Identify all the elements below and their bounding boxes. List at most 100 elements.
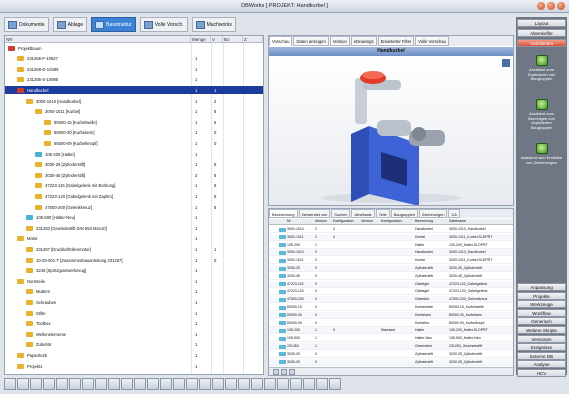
tree-row[interactable]: 3030-45 [Zylinderstift] 2 8: [5, 171, 263, 179]
sidebar-button-3[interactable]: Workflow: [517, 308, 566, 317]
toolbar-button-icon[interactable]: [56, 378, 68, 390]
column-bo[interactable]: Bo: [223, 36, 243, 42]
grid-row[interactable]: 3000-1010 2 0 Handkurbel 3000-1010_Handkurbe…: [269, 226, 513, 233]
grid-col-konfiguration-2[interactable]: Konfiguration: [381, 219, 402, 223]
sidebar-button-6[interactable]: Versionen: [517, 334, 566, 343]
sidebar-button-aktenkoffer[interactable]: Aktenkoffer: [517, 29, 566, 37]
tree-row[interactable]: 89300-30 [Kurbelarm] 1 0: [5, 129, 263, 137]
tree-row[interactable]: 47223-115 [Gabelgelenk mit Bohrung] 1 8: [5, 182, 263, 190]
tab-3[interactable]: Volle Vorsch.: [139, 17, 188, 32]
sidebar-button-10[interactable]: HCV: [517, 369, 566, 377]
grid-row[interactable]: 3000-1010 2 Handkurbel 3000-1010_Handkurbel: [269, 249, 513, 257]
grid-row[interactable]: 3030-25 0 Zylinderstift 3030-25_Zylindersti…: [269, 351, 513, 358]
sidebar-button-0[interactable]: Anpassung: [517, 283, 566, 291]
grid-row[interactable]: 47223-115 0 Gabelgel. 47223-115_Gabelgelenk: [269, 280, 513, 288]
toolbar-button-icon[interactable]: [303, 378, 315, 390]
grid-row[interactable]: 47223-120 0 Gabelgel. 47223-120_Gabelgelenk: [269, 288, 513, 296]
tree-row[interactable]: 105-500 [Halter-Neu] 1: [5, 214, 263, 222]
grid-col-version[interactable]: Version: [315, 219, 327, 223]
sidebar-button-4[interactable]: Generisch: [517, 317, 566, 326]
tree-row[interactable]: Zubehör 1: [5, 341, 263, 349]
sidebar-button-8[interactable]: Externe DB: [517, 351, 566, 360]
tree-row[interactable]: 89300-15 [Kurbelwelle] 1 6: [5, 118, 263, 126]
grid-col-dateiname[interactable]: Dateiname: [449, 219, 466, 223]
toolbar-button-icon[interactable]: [225, 378, 237, 390]
grid-tab-7[interactable]: CA: [448, 209, 460, 218]
grid-tab-1[interactable]: Verwendet von: [298, 209, 331, 218]
column-nr[interactable]: NR: [5, 36, 191, 42]
sidebar-button-layout[interactable]: Layout: [517, 19, 566, 27]
tree-row[interactable]: Papierkorb 1: [5, 351, 263, 359]
toolbar-button-icon[interactable]: [82, 378, 94, 390]
tree-row[interactable]: 231265-S-10885 1: [5, 76, 263, 84]
sidebar-button-2[interactable]: Werkzeuge: [517, 300, 566, 309]
toolbar-button-icon[interactable]: [147, 378, 159, 390]
tab-4[interactable]: Machworks: [191, 17, 236, 32]
grid-tab-5[interactable]: Baugruppen: [390, 209, 418, 218]
tree-row[interactable]: Toolbox 1: [5, 320, 263, 328]
viewer-settings-icon[interactable]: [502, 59, 510, 67]
toolbar-button-icon[interactable]: [290, 378, 302, 390]
toolbar-button-icon[interactable]: [4, 378, 16, 390]
tab-1[interactable]: Ablage: [52, 17, 88, 32]
grid-row[interactable]: 105-200 1 Halter 105-200_Halter.SLDPRT: [269, 242, 513, 249]
tree-row[interactable]: Wellenelemente 1: [5, 330, 263, 338]
sidebar-button-7[interactable]: Ereignisse: [517, 343, 566, 352]
grid-col-nr[interactable]: Nr: [287, 219, 291, 223]
grid-row[interactable]: 47500-200 0 Gelenkkr. 47500-200_Gelenkkreuz: [269, 296, 513, 304]
grid-tab-2[interactable]: Suchen: [331, 209, 351, 218]
tree-row[interactable]: 231265-F-10627 1: [5, 55, 263, 63]
toolbar-button-icon[interactable]: [277, 378, 289, 390]
model-preview[interactable]: [269, 56, 513, 206]
tree-row[interactable]: 3245 [Spritzgusswerkzeug] 1: [5, 267, 263, 275]
tab-0[interactable]: Dokumente: [4, 17, 49, 32]
sidebar-button-9[interactable]: Analyse: [517, 360, 566, 369]
grid-row[interactable]: 3030-25 0 Zylinderstift 3030-25_Zylindersti…: [269, 358, 513, 366]
grid-row[interactable]: 3030-45 0 Zylinderstift 3030-45_Zylindersti…: [269, 273, 513, 280]
preview-tab-3[interactable]: eDrawings: [350, 36, 377, 46]
grid-col-version-2[interactable]: Version: [361, 219, 373, 223]
column-menge[interactable]: Menge: [191, 36, 211, 42]
sidebar-button-5[interactable]: Weitere Skripte: [517, 326, 566, 334]
tree-row[interactable]: 105-200 [Halter] 1: [5, 150, 263, 158]
sidebar-button-1[interactable]: Projekte: [517, 291, 566, 300]
tree-row[interactable]: 3000-1011 [Kurbel] 1 8: [5, 108, 263, 116]
tree-row[interactable]: 231283 [Gewindestift DIN 553 M4x10] 1: [5, 224, 263, 232]
toolbar-button-icon[interactable]: [186, 378, 198, 390]
tree-row[interactable]: Normteile 1: [5, 277, 263, 285]
assistant-item[interactable]: Assistent zum Erstellen von Zeichnungen: [520, 143, 563, 165]
tab-2[interactable]: Baustruktur: [91, 17, 136, 32]
preview-tab-4[interactable]: Erweiterter Filter: [377, 36, 415, 46]
column-z[interactable]: Z: [243, 36, 263, 42]
preview-tab-0[interactable]: Vorschau: [269, 36, 293, 46]
column-v[interactable]: V: [211, 36, 223, 42]
tree-row[interactable]: Projektbaum: [5, 44, 263, 52]
toolbar-button-icon[interactable]: [17, 378, 29, 390]
grid-row[interactable]: 89300-30 0 Kurbelarm 89300-30_Kurbelarm: [269, 311, 513, 319]
grid-tab-3[interactable]: Arbeitsatz: [351, 209, 375, 218]
tree-row[interactable]: Projekt1 1: [5, 362, 263, 370]
first-page-icon[interactable]: [273, 369, 279, 375]
tree-row[interactable]: 10-25-001-T [Zusammenbauanleitung 231267…: [5, 256, 263, 264]
toolbar-button-icon[interactable]: [134, 378, 146, 390]
next-page-icon[interactable]: [289, 369, 295, 375]
toolbar-button-icon[interactable]: [251, 378, 263, 390]
toolbar-button-icon[interactable]: [238, 378, 250, 390]
tree-row[interactable]: 231269-D-10289 1: [5, 65, 263, 73]
grid-row[interactable]: 89300-15 0 Kurbelwelle 89300-15_Kurbelwelle: [269, 304, 513, 311]
tree-row[interactable]: Motor 1: [5, 235, 263, 243]
tree-row[interactable]: Handkurbel 1 1: [5, 86, 263, 94]
maximize-icon[interactable]: [547, 2, 555, 10]
tree-row[interactable]: Schrauben 1: [5, 298, 263, 306]
sidebar-button-assistenten[interactable]: Assistenten: [517, 39, 566, 47]
grid-col-konfiguration[interactable]: Konfiguration: [333, 219, 354, 223]
grid-tab-4[interactable]: Teile: [375, 209, 390, 218]
grid-row[interactable]: 231283 1 Gewindest. 231283_Gewindestift: [269, 343, 513, 350]
toolbar-button-icon[interactable]: [264, 378, 276, 390]
prev-page-icon[interactable]: [281, 369, 287, 375]
preview-tab-2[interactable]: Version: [329, 36, 350, 46]
tree-row[interactable]: 47223-120 [Gabelgelenk mit Zapfen] 1 8: [5, 192, 263, 200]
toolbar-button-icon[interactable]: [316, 378, 328, 390]
grid-col-benennung[interactable]: Benennung: [415, 219, 433, 223]
tree-row[interactable]: 231267 [Druckluftrollenmotor] 1 1: [5, 245, 263, 253]
